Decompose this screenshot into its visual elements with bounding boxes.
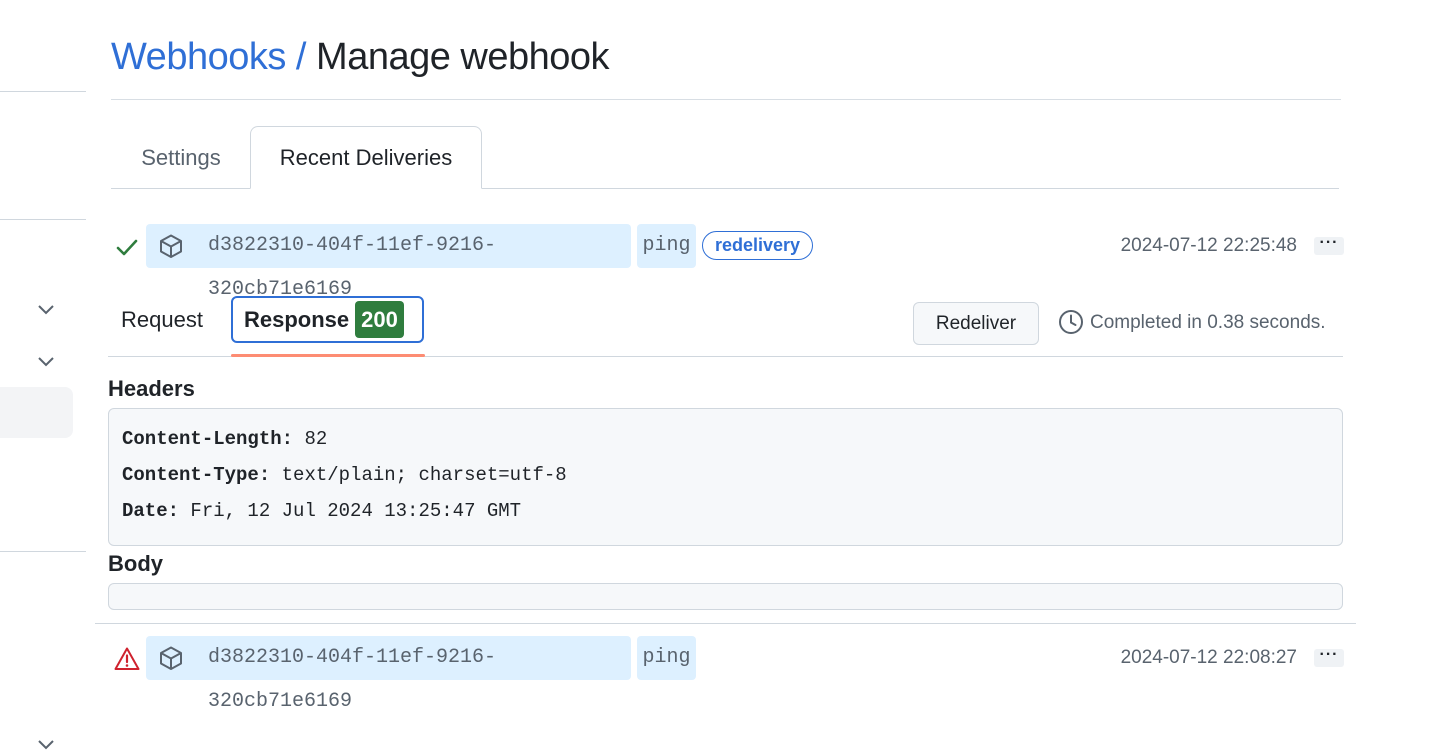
header-line: Content-Type: text/plain; charset=utf-8 <box>122 461 1329 497</box>
delivery-guid-chip: d3822310-404f-11ef-9216-320cb71e6169 <box>146 224 631 301</box>
delivery-guid: d3822310-404f-11ef-9216-320cb71e6169 <box>208 646 497 713</box>
package-icon <box>160 646 182 670</box>
more-options-button[interactable]: ··· <box>1314 235 1344 255</box>
delivery-event: ping <box>637 636 696 680</box>
check-icon <box>116 239 138 256</box>
sidebar-divider <box>0 91 86 92</box>
delivery-timestamp: 2024-07-12 22:25:48 <box>1120 235 1297 256</box>
alert-icon <box>114 647 140 670</box>
headers-title: Headers <box>108 376 195 401</box>
headers-panel: Content-Length: 82 Content-Type: text/pl… <box>108 408 1343 546</box>
header-value: text/plain; charset=utf-8 <box>281 464 567 486</box>
delivery-row[interactable]: d3822310-404f-11ef-9216-320cb71e6169 pin… <box>108 636 1344 713</box>
header-value: 82 <box>304 428 328 450</box>
clock-icon <box>1059 310 1083 334</box>
redelivery-badge: redelivery <box>702 231 814 260</box>
header-line: Content-Length: 82 <box>122 425 1329 461</box>
header-key: Date: <box>122 500 180 522</box>
delivery-row[interactable]: d3822310-404f-11ef-9216-320cb71e6169 pin… <box>108 224 1344 301</box>
chevron-down-icon[interactable] <box>36 351 56 371</box>
response-code-badge: 200 <box>355 301 404 338</box>
redeliver-button[interactable]: Redeliver <box>913 302 1039 345</box>
header-line: Date: Fri, 12 Jul 2024 13:25:47 GMT <box>122 497 1329 533</box>
package-icon <box>160 234 182 258</box>
delivery-event: ping <box>637 224 696 268</box>
body-panel <box>108 583 1343 610</box>
page-title: Webhooks / Manage webhook <box>111 36 610 79</box>
more-options-button[interactable]: ··· <box>1314 647 1344 667</box>
sidebar-divider <box>0 551 86 552</box>
chevron-down-icon[interactable] <box>36 734 56 750</box>
header-key: Content-Length: <box>122 428 294 450</box>
active-tab-underline <box>231 354 425 357</box>
tab-response[interactable]: Response 200 <box>231 296 424 343</box>
delivery-guid-chip: d3822310-404f-11ef-9216-320cb71e6169 <box>146 636 631 713</box>
tab-response-label: Response <box>244 306 350 332</box>
header-key: Content-Type: <box>122 464 271 486</box>
sidebar-divider <box>0 219 86 220</box>
sidebar-item-active[interactable] <box>0 387 73 438</box>
delivery-divider <box>95 623 1356 624</box>
tab-recent-deliveries[interactable]: Recent Deliveries <box>250 126 482 189</box>
tab-request[interactable]: Request <box>121 307 203 333</box>
header-value: Fri, 12 Jul 2024 13:25:47 GMT <box>190 500 522 522</box>
chevron-down-icon[interactable] <box>36 299 56 319</box>
body-title: Body <box>108 551 163 576</box>
tab-settings[interactable]: Settings <box>112 126 250 189</box>
breadcrumb-separator: / <box>295 36 307 78</box>
delivery-timestamp: 2024-07-12 22:08:27 <box>1120 647 1297 668</box>
breadcrumb-current: Manage webhook <box>316 36 610 78</box>
title-divider <box>111 99 1341 100</box>
breadcrumb-webhooks-link[interactable]: Webhooks <box>111 36 286 78</box>
completed-duration: Completed in 0.38 seconds. <box>1090 312 1326 333</box>
